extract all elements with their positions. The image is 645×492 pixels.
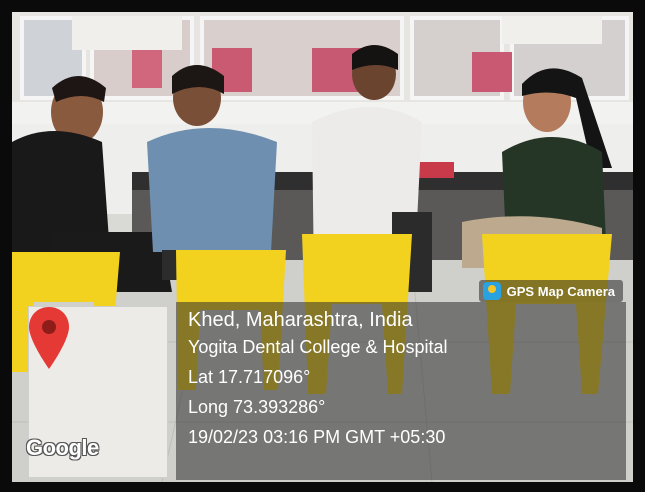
location-details: Khed, Maharashtra, India Yogita Dental C…: [176, 302, 626, 480]
photo-frame: GPS Map Camera Google Khed, Maharashtra,…: [0, 0, 645, 492]
timestamp: 19/02/23 03:16 PM GMT +05:30: [188, 427, 446, 447]
longitude: Long 73.393286°: [188, 397, 326, 417]
place-name: Yogita Dental College & Hospital: [188, 337, 448, 357]
location-title: Khed, Maharashtra, India: [188, 309, 413, 331]
map-thumbnail: Google: [26, 306, 168, 478]
photo: GPS Map Camera Google Khed, Maharashtra,…: [12, 12, 633, 482]
gps-camera-app-icon: [482, 282, 501, 300]
app-label: GPS Map Camera: [506, 283, 615, 299]
map-brand-logo: Google: [26, 435, 99, 460]
app-badge: GPS Map Camera: [478, 280, 623, 302]
latitude: Lat 17.717096°: [188, 367, 311, 387]
location-overlay: Google Khed, Maharashtra, India Yogita D…: [26, 302, 626, 480]
map-pin-icon: [29, 307, 69, 369]
